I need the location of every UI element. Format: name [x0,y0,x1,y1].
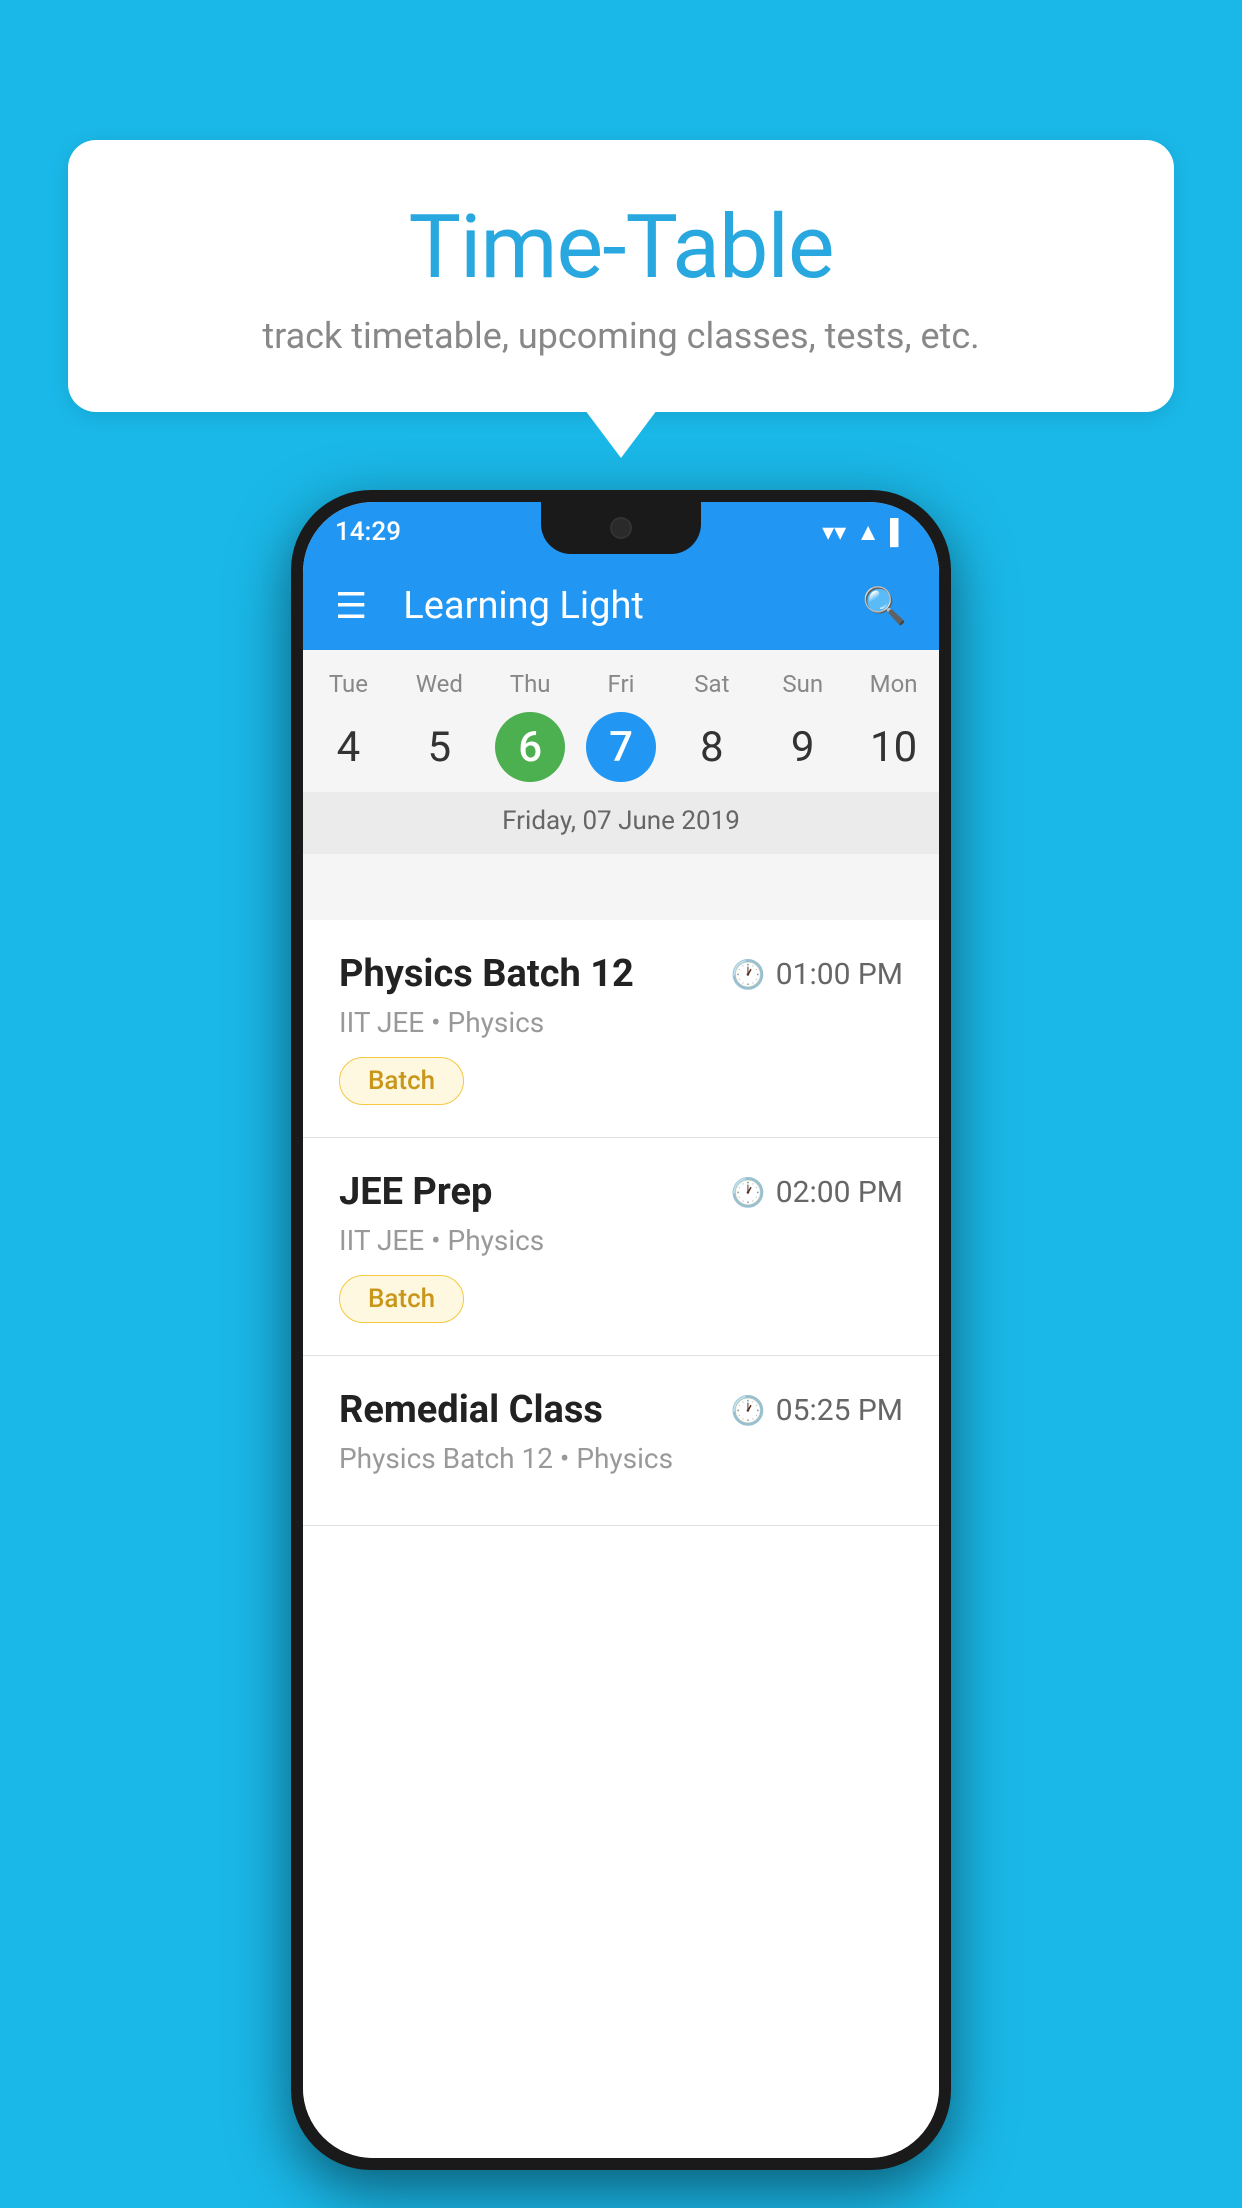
batch-badge: Batch [339,1275,464,1323]
day-item[interactable]: Thu 6 [485,670,576,782]
schedule-item-header: Remedial Class 🕐 05:25 PM [339,1388,903,1432]
day-item[interactable]: Wed 5 [394,670,485,782]
selected-date-label: Friday, 07 June 2019 [303,792,939,854]
phone-frame: 14:29 ▾▾ ▲ ▌ ☰ Learning Light 🔍 Tue 4 Wed 5… [291,490,951,2170]
phone-container: 14:29 ▾▾ ▲ ▌ ☰ Learning Light 🔍 Tue 4 Wed 5… [291,490,951,2170]
day-label: Sat [694,670,729,698]
schedule-item-name: Physics Batch 12 [339,952,634,996]
batch-badge: Batch [339,1057,464,1105]
schedule-item[interactable]: Physics Batch 12 🕐 01:00 PM IIT JEE • Physi… [303,920,939,1138]
day-item[interactable]: Mon 10 [848,670,939,782]
day-item[interactable]: Sat 8 [666,670,757,782]
day-number: 8 [677,712,747,782]
phone-notch [541,502,701,554]
signal-icon: ▲ [856,518,880,547]
schedule-item[interactable]: Remedial Class 🕐 05:25 PM Physics Batch 12 … [303,1356,939,1526]
schedule-list: Physics Batch 12 🕐 01:00 PM IIT JEE • Physi… [303,920,939,2158]
schedule-item-name: JEE Prep [339,1170,492,1214]
day-label: Wed [416,670,463,698]
time-text: 05:25 PM [776,1393,903,1428]
schedule-item-header: JEE Prep 🕐 02:00 PM [339,1170,903,1214]
day-label: Mon [870,670,918,698]
schedule-item[interactable]: JEE Prep 🕐 02:00 PM IIT JEE • Physics Batch [303,1138,939,1356]
schedule-item-meta: Physics Batch 12 • Physics [339,1442,903,1475]
days-row: Tue 4 Wed 5 Thu 6 Fri 7 Sat 8 Sun 9 Mon 10 [303,650,939,792]
bubble-title: Time-Table [148,200,1094,297]
schedule-item-time: 🕐 05:25 PM [731,1393,903,1428]
schedule-item-meta: IIT JEE • Physics [339,1006,903,1039]
day-label: Tue [329,670,368,698]
day-number: 9 [768,712,838,782]
day-label: Thu [510,670,551,698]
battery-icon: ▌ [890,518,907,547]
status-time: 14:29 [335,517,401,547]
day-label: Fri [608,670,635,698]
day-number: 6 [495,712,565,782]
app-title: Learning Light [403,584,862,628]
day-item[interactable]: Tue 4 [303,670,394,782]
day-number: 5 [404,712,474,782]
schedule-item-meta: IIT JEE • Physics [339,1224,903,1257]
time-text: 02:00 PM [776,1175,903,1210]
day-number: 10 [859,712,929,782]
camera-notch [610,517,632,539]
day-number: 7 [586,712,656,782]
schedule-item-name: Remedial Class [339,1388,603,1432]
day-label: Sun [782,670,823,698]
schedule-item-time: 🕐 02:00 PM [731,1175,903,1210]
schedule-item-header: Physics Batch 12 🕐 01:00 PM [339,952,903,996]
time-text: 01:00 PM [776,957,903,992]
clock-icon: 🕐 [731,1394,766,1427]
clock-icon: 🕐 [731,958,766,991]
search-icon[interactable]: 🔍 [862,585,907,627]
bubble-subtitle: track timetable, upcoming classes, tests… [148,315,1094,357]
day-item[interactable]: Sun 9 [757,670,848,782]
day-item[interactable]: Fri 7 [576,670,667,782]
clock-icon: 🕐 [731,1176,766,1209]
app-bar: ☰ Learning Light 🔍 [303,562,939,650]
status-icons: ▾▾ ▲ ▌ [822,518,907,547]
phone-screen: 14:29 ▾▾ ▲ ▌ ☰ Learning Light 🔍 Tue 4 Wed 5… [303,502,939,2158]
day-number: 4 [313,712,383,782]
hamburger-icon[interactable]: ☰ [335,585,367,627]
calendar-header: Tue 4 Wed 5 Thu 6 Fri 7 Sat 8 Sun 9 Mon 10 Friday, 07… [303,650,939,854]
wifi-icon: ▾▾ [822,518,846,546]
speech-bubble: Time-Table track timetable, upcoming cla… [68,140,1174,412]
speech-bubble-area: Time-Table track timetable, upcoming cla… [68,140,1174,412]
schedule-item-time: 🕐 01:00 PM [731,957,903,992]
